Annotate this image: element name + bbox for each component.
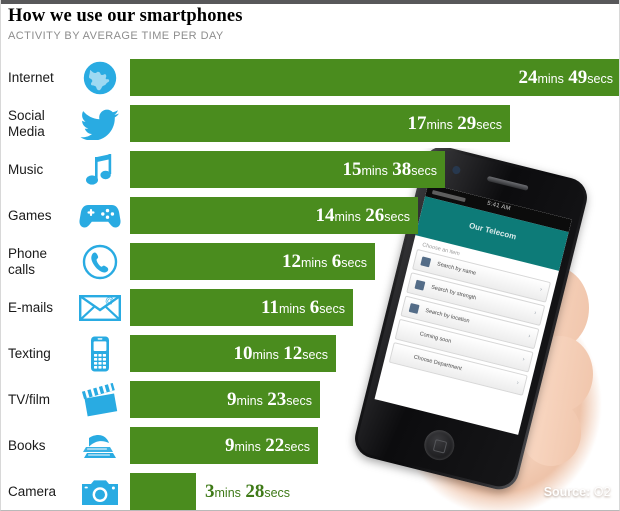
unit-secs: secs [411,163,437,178]
chart-row-tv-film: TV/film 9mins 23secs [1,377,619,423]
unit-secs: secs [264,486,291,500]
value-seconds: 28 [245,481,265,502]
bar-internet: 24mins 49secs [130,59,619,96]
category-label: Social Media [8,108,45,139]
chart-row-music: Music 15mins 38secs [1,147,619,193]
category-label: Phone calls [8,246,48,277]
category-label: Music [8,162,44,177]
unit-secs: secs [319,301,345,316]
value-seconds: 12 [283,342,303,364]
unit-mins: mins [236,393,263,408]
value-minutes: 17 [407,112,427,134]
unit-secs: secs [302,347,328,362]
page-subtitle: ACTIVITY BY AVERAGE TIME PER DAY [8,30,224,42]
top-rule [1,0,619,4]
unit-mins: mins [426,117,453,132]
value-minutes: 3 [205,481,215,502]
unit-secs: secs [476,117,502,132]
bar-music: 15mins 38secs [130,151,445,188]
bar-value-camera: 3mins 28secs [205,481,290,503]
chart-row-social-media: Social Media 17mins 29secs [1,101,619,147]
value-seconds: 22 [265,434,285,456]
envelope-icon: @ [79,289,121,327]
svg-text:@: @ [105,296,114,306]
unit-mins: mins [214,486,241,500]
bar-value-games: 14mins 26secs [315,205,410,227]
bar-chart: Internet 24mins 49secs Social Media 17mi… [1,55,619,510]
unit-mins: mins [300,255,328,270]
value-seconds: 6 [309,296,320,318]
chart-row-games: Games 14mins 26secs [1,193,619,239]
unit-mins: mins [252,347,279,362]
bar-emails: 11mins 6secs [130,289,353,326]
bar-games: 14mins 26secs [130,197,418,234]
mobile-phone-icon [79,335,121,373]
value-minutes: 12 [281,250,301,272]
bar-phone-calls: 12mins 6secs [130,243,375,280]
books-icon [79,427,121,465]
value-seconds: 29 [457,112,477,134]
camera-icon [79,473,121,510]
value-seconds: 38 [392,158,412,180]
unit-mins: mins [361,163,388,178]
globe-icon [79,59,121,97]
unit-secs: secs [341,255,367,270]
unit-secs: secs [284,439,310,454]
unit-secs: secs [587,71,613,86]
bar-value-social-media: 17mins 29secs [407,113,502,135]
bar-value-books: 9mins 22secs [225,435,310,457]
value-minutes: 10 [233,342,253,364]
bar-value-emails: 11mins 6secs [261,297,345,319]
value-seconds: 23 [267,388,287,410]
bar-value-phone-calls: 12mins 6secs [282,251,367,273]
value-seconds: 26 [365,204,385,226]
value-minutes: 15 [342,158,362,180]
chart-row-internet: Internet 24mins 49secs [1,55,619,101]
category-label: Games [8,208,52,223]
value-minutes: 9 [224,434,235,456]
unit-mins: mins [278,301,306,316]
category-label: TV/film [8,392,50,407]
bar-value-texting: 10mins 12secs [233,343,328,365]
bird-icon [79,105,121,143]
value-seconds: 6 [331,250,342,272]
chart-row-books: Books 9mins 22secs [1,423,619,469]
unit-secs: secs [286,393,312,408]
unit-mins: mins [234,439,261,454]
header: How we use our smartphones ACTIVITY BY A… [8,6,608,43]
chart-row-phone-calls: Phone calls 12mins 6secs [1,239,619,285]
bar-value-internet: 24mins 49secs [518,67,613,89]
infographic-root: How we use our smartphones ACTIVITY BY A… [0,0,620,511]
bar-camera [130,473,196,510]
bar-texting: 10mins 12secs [130,335,336,372]
gamepad-icon [79,197,121,235]
value-minutes: 11 [260,296,279,318]
value-seconds: 49 [568,66,588,88]
bar-books: 9mins 22secs [130,427,318,464]
category-label: Camera [8,484,57,499]
bar-tv-film: 9mins 23secs [130,381,320,418]
unit-mins: mins [334,209,361,224]
clapperboard-icon [79,381,121,419]
chart-row-emails: E-mails @ 11mins 6secs [1,285,619,331]
unit-secs: secs [384,209,410,224]
value-minutes: 14 [315,204,335,226]
bar-value-tv-film: 9mins 23secs [227,389,312,411]
category-label: Books [8,438,46,453]
music-note-icon [79,151,121,189]
page-title: How we use our smartphones [8,6,243,26]
value-minutes: 9 [226,388,237,410]
category-label: E-mails [8,300,54,315]
unit-mins: mins [537,71,564,86]
category-label: Internet [8,70,54,85]
category-label: Texting [8,346,51,361]
chart-row-camera: Camera 3mins 28secs [1,469,619,510]
bar-value-music: 15mins 38secs [342,159,437,181]
value-minutes: 24 [518,66,538,88]
phone-icon [79,243,121,281]
chart-row-texting: Texting 10mins 12secs [1,331,619,377]
bar-social-media: 17mins 29secs [130,105,510,142]
